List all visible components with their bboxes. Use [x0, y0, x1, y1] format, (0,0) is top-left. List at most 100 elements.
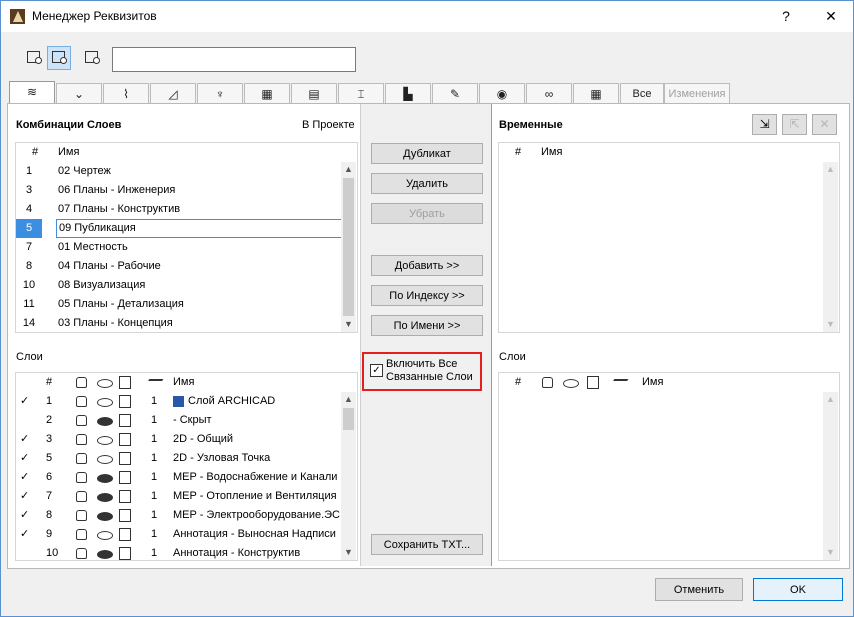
unlocked-icon[interactable] — [76, 453, 87, 464]
scroll-thumb[interactable] — [343, 408, 354, 430]
wireframe-icon[interactable] — [119, 547, 131, 560]
scroll-up-arrow-icon[interactable]: ▲ — [341, 392, 356, 407]
wireframe-icon[interactable] — [119, 414, 131, 427]
eye-closed-icon[interactable] — [97, 417, 113, 426]
unlocked-icon[interactable] — [76, 529, 87, 540]
wireframe-icon[interactable] — [119, 471, 131, 484]
tab-surface[interactable]: ✎ — [432, 83, 478, 103]
unlocked-icon[interactable] — [76, 434, 87, 445]
close-button[interactable]: ✕ — [816, 5, 846, 27]
by-index-button[interactable]: По Индексу >> — [371, 285, 483, 306]
eye-closed-icon[interactable] — [97, 550, 113, 559]
layer-row[interactable]: ✓ 1 1 Слой ARCHICAD — [16, 392, 341, 411]
wireframe-icon[interactable] — [119, 395, 131, 408]
combo-row[interactable]: 5 09 Публикация — [16, 219, 343, 238]
unlocked-icon[interactable] — [76, 548, 87, 559]
tab-profile[interactable]: ▤ — [291, 83, 337, 103]
scroll-down-arrow-icon[interactable]: ▼ — [341, 545, 356, 560]
tab-composite[interactable]: ▦ — [244, 83, 290, 103]
tab-line-type[interactable]: ⌇ — [103, 83, 149, 103]
right-layers-scrollbar[interactable]: ▲ ▼ — [823, 392, 838, 560]
wireframe-icon[interactable] — [119, 452, 131, 465]
import-button[interactable]: ⇲ — [752, 114, 777, 135]
delete-button[interactable]: Удалить — [371, 173, 483, 194]
help-button[interactable]: ? — [771, 5, 801, 27]
tab-beam[interactable]: ⌶ — [338, 83, 384, 103]
wireframe-icon[interactable] — [119, 509, 131, 522]
combo-row[interactable]: 14 03 Планы - Концепция — [16, 314, 341, 332]
tab-table[interactable]: ▦ — [573, 83, 619, 103]
layer-row[interactable]: ✓ 8 1 MEP - Электрооборудование.ЭС — [16, 506, 341, 525]
eye-closed-icon[interactable] — [97, 474, 113, 483]
layer-row[interactable]: ✓ 3 1 2D - Общий — [16, 430, 341, 449]
clear-button[interactable]: ✕ — [812, 114, 837, 135]
layer-row[interactable]: ✓ 9 1 Аннотация - Выносная Надписи — [16, 525, 341, 544]
locked-icon[interactable] — [76, 510, 87, 521]
save-txt-button[interactable]: Сохранить TXT... — [371, 534, 483, 555]
tab-pen[interactable]: ⌄ — [56, 83, 102, 103]
scroll-down-arrow-icon[interactable]: ▼ — [341, 317, 356, 332]
eye-open-icon[interactable] — [97, 436, 113, 445]
wireframe-icon[interactable] — [119, 528, 131, 541]
locked-icon[interactable] — [76, 491, 87, 502]
combo-row[interactable]: 3 06 Планы - Инженерия — [16, 181, 341, 200]
unlocked-icon[interactable] — [76, 415, 87, 426]
eye-open-icon[interactable] — [97, 455, 113, 464]
eye-closed-icon[interactable] — [97, 512, 113, 521]
layer-row[interactable]: 2 1 - Скрыт — [16, 411, 341, 430]
locked-icon[interactable] — [76, 472, 87, 483]
combos-list[interactable]: # Имя 1 02 Чертеж 3 06 Планы - Инженерия 4 07… — [15, 142, 358, 333]
scroll-up-arrow-icon[interactable]: ▲ — [341, 162, 356, 177]
scroll-down-arrow-icon[interactable]: ▼ — [823, 317, 838, 332]
tab-all[interactable]: Все — [620, 83, 664, 103]
temp-scrollbar[interactable]: ▲ ▼ — [823, 162, 838, 332]
view-list-button[interactable] — [22, 46, 46, 70]
scroll-down-arrow-icon[interactable]: ▼ — [823, 545, 838, 560]
tab-zone[interactable]: ▙ — [385, 83, 431, 103]
layers-list[interactable]: # Имя ✓ 1 1 Слой ARCHICAD 2 1 - Скрыт ✓ 3 1 2D - О… — [15, 372, 358, 561]
right-layers-list[interactable]: # Имя ▲ ▼ — [498, 372, 840, 561]
include-linked-layers-checkbox[interactable]: ✓ — [370, 364, 383, 377]
combos-scrollbar[interactable]: ▲ ▼ — [341, 162, 356, 332]
add-button[interactable]: Добавить >> — [371, 255, 483, 276]
layer-row[interactable]: ✓ 6 1 MEP - Водоснабжение и Канали — [16, 468, 341, 487]
combo-row[interactable]: 1 02 Чертеж — [16, 162, 341, 181]
combo-row[interactable]: 7 01 Местность — [16, 238, 341, 257]
scroll-up-arrow-icon[interactable]: ▲ — [823, 392, 838, 407]
wireframe-icon[interactable] — [119, 490, 131, 503]
tab-changes[interactable]: Изменения — [664, 83, 730, 103]
export-button[interactable]: ⇱ — [782, 114, 807, 135]
tab-brush[interactable]: ♆ — [197, 83, 243, 103]
include-linked-layers-label[interactable]: Включить Все Связанные Слои — [386, 358, 478, 384]
cancel-button[interactable]: Отменить — [655, 578, 743, 601]
by-name-button[interactable]: По Имени >> — [371, 315, 483, 336]
combo-row[interactable]: 8 04 Планы - Рабочие — [16, 257, 341, 276]
layers-scrollbar[interactable]: ▲ ▼ — [341, 392, 356, 560]
remove-button[interactable]: Убрать — [371, 203, 483, 224]
eye-closed-icon[interactable] — [97, 493, 113, 502]
scroll-thumb[interactable] — [343, 178, 354, 316]
combo-index: 11 — [23, 298, 35, 310]
combo-row[interactable]: 4 07 Планы - Конструктив — [16, 200, 341, 219]
search-input[interactable] — [112, 47, 356, 72]
layer-row[interactable]: ✓ 7 1 MEP - Отопление и Вентиляция — [16, 487, 341, 506]
tab-layers[interactable]: ≋ — [9, 81, 55, 103]
temp-list[interactable]: # Имя ▲ ▼ — [498, 142, 840, 333]
layer-row[interactable]: ✓ 5 1 2D - Узловая Точка — [16, 449, 341, 468]
ok-button[interactable]: OK — [753, 578, 843, 601]
view-split-button[interactable] — [47, 46, 71, 70]
layer-row[interactable]: 10 1 Аннотация - Конструктив — [16, 544, 341, 560]
eye-open-icon[interactable] — [97, 531, 113, 540]
tab-link[interactable]: ∞ — [526, 83, 572, 103]
unlocked-icon[interactable] — [76, 396, 87, 407]
wireframe-icon[interactable] — [119, 433, 131, 446]
combo-name[interactable]: 09 Публикация — [56, 219, 343, 238]
tab-fill[interactable]: ◿ — [150, 83, 196, 103]
combo-row[interactable]: 10 08 Визуализация — [16, 276, 341, 295]
duplicate-button[interactable]: Дубликат — [371, 143, 483, 164]
eye-open-icon[interactable] — [97, 398, 113, 407]
combo-row[interactable]: 11 05 Планы - Детализация — [16, 295, 341, 314]
scroll-up-arrow-icon[interactable]: ▲ — [823, 162, 838, 177]
view-detail-button[interactable] — [80, 46, 104, 70]
tab-globe[interactable]: ◉ — [479, 83, 525, 103]
